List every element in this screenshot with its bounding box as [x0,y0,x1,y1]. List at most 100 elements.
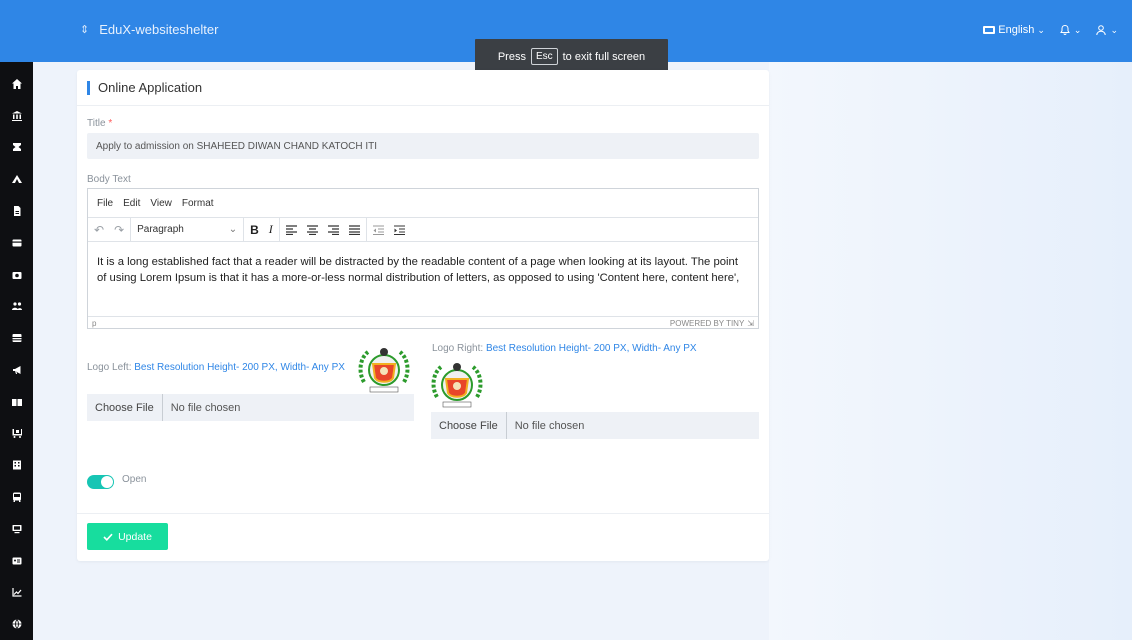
update-button-label: Update [118,530,152,543]
menu-file[interactable]: File [97,198,113,209]
user-dropdown[interactable]: ⌄ [1095,24,1118,36]
card-title: Online Application [98,80,203,95]
logo-right-label: Logo Right: Best Resolution Height- 200 … [432,343,697,354]
editor-content-line: of using Lorem Ipsum is that it has a mo… [97,272,740,284]
cart-icon[interactable] [0,418,33,450]
logo-right-file-status: No file chosen [514,419,585,432]
align-right-icon[interactable] [327,224,339,235]
card-header: Online Application [77,70,769,106]
body-text-label: Body Text [87,174,131,185]
monitor-icon[interactable] [0,513,33,545]
title-input-value: Apply to admission on SHAHEED DIWAN CHAN… [96,140,377,152]
update-button[interactable]: Update [87,523,168,550]
language-label: English [998,24,1035,36]
language-dropdown[interactable]: English ⌄ [983,24,1045,36]
align-center-icon[interactable] [306,224,318,235]
book-icon[interactable] [0,386,33,418]
history-group: ↶ ↷ [88,218,132,241]
chevron-down-icon: ⌄ [1037,24,1045,35]
list-icon[interactable] [0,322,33,354]
header-accent-bar [87,80,90,95]
chevron-down-icon: ⌄ [1110,24,1118,35]
road-icon[interactable] [0,163,33,195]
align-justify-icon[interactable] [348,224,360,235]
editor-content[interactable]: It is a long established fact that a rea… [88,242,758,316]
bell-icon [1060,24,1070,35]
chart-icon[interactable] [0,577,33,609]
notifications-dropdown[interactable]: ⌄ [1059,24,1082,36]
block-format-group: Paragraph ⌄ [131,218,245,241]
bus-icon[interactable] [0,481,33,513]
block-format-value: Paragraph [137,224,184,235]
logo-left-file-input[interactable]: Choose File No file chosen [87,394,414,421]
open-toggle-label: Open [122,474,147,485]
title-label: Title * [87,118,112,129]
users-icon[interactable] [0,290,33,322]
user-icon [1096,25,1107,36]
logo-right-emblem [431,363,483,408]
text-style-group: B I [244,218,280,241]
fullscreen-hint: Press Esc to exit full screen [475,39,668,74]
undo-icon[interactable]: ↶ [94,223,104,237]
editor-toolbar: ↶ ↷ Paragraph ⌄ B I [88,217,758,242]
logo-left-file-status: No file chosen [170,401,241,414]
element-path[interactable]: p [92,319,96,328]
title-input[interactable]: Apply to admission on SHAHEED DIWAN CHAN… [87,133,759,159]
hint-key: Esc [530,48,558,65]
indent-group [367,218,411,241]
logo-left-label-text: Logo Left: [87,362,132,373]
sidebar [0,62,33,640]
footer-divider [77,513,769,514]
hint-suffix: to exit full screen [562,50,646,63]
editor-menubar: File Edit View Format [88,189,758,217]
indent-icon[interactable] [393,225,405,235]
id-card-icon[interactable] [0,545,33,577]
home-icon[interactable] [0,68,33,100]
check-icon [103,533,113,541]
background-panel [769,62,1132,640]
online-application-card: Online Application Title * Apply to admi… [77,70,769,561]
file-icon[interactable] [0,195,33,227]
editor-content-line: It is a long established fact that a rea… [97,256,738,268]
building-icon[interactable] [0,449,33,481]
logo-right-hint: Best Resolution Height- 200 PX, Width- A… [485,343,697,354]
brand-name[interactable]: EduX-websiteshelter [99,22,218,37]
powered-by-tiny[interactable]: POWERED BY TINY [670,319,744,328]
logo-right-label-text: Logo Right: [432,343,484,354]
brand: ⇕ EduX-websiteshelter [80,22,218,37]
menu-format[interactable]: Format [182,198,214,209]
align-left-icon[interactable] [285,224,297,235]
outdent-icon[interactable] [372,225,384,235]
menu-edit[interactable]: Edit [123,198,140,209]
block-format-select[interactable]: Paragraph ⌄ [137,224,237,235]
menu-view[interactable]: View [150,198,172,209]
globe-icon[interactable] [0,608,33,640]
editor-statusbar: p POWERED BY TINY ⇲ [88,316,758,329]
logo-left-choose-file-button[interactable]: Choose File [87,394,163,421]
title-label-text: Title [87,118,106,129]
menu-toggle-icon[interactable]: ⇕ [80,23,89,36]
chevron-down-icon: ⌄ [1073,24,1082,35]
top-actions: English ⌄ ⌄ ⌄ [983,24,1118,36]
credit-card-icon[interactable] [0,227,33,259]
chevron-down-icon: ⌄ [228,224,238,235]
logo-left-label: Logo Left: Best Resolution Height- 200 P… [87,362,345,373]
camera-icon[interactable] [0,259,33,291]
resize-handle-icon[interactable]: ⇲ [747,319,754,328]
required-mark: * [108,118,113,129]
redo-icon[interactable]: ↷ [114,223,124,237]
graduation-cap-icon[interactable] [0,132,33,164]
bold-icon[interactable]: B [250,223,259,237]
rich-text-editor: File Edit View Format ↶ ↷ Paragraph ⌄ B … [87,188,759,329]
logo-left-hint: Best Resolution Height- 200 PX, Width- A… [134,362,345,373]
logo-right-file-input[interactable]: Choose File No file chosen [431,412,759,439]
institution-icon[interactable] [0,100,33,132]
alignment-group [280,218,367,241]
logo-left-emblem [358,348,410,393]
open-toggle[interactable] [87,475,114,489]
toggle-knob [101,476,113,488]
hint-press: Press [497,50,526,63]
italic-icon[interactable]: I [269,222,273,237]
megaphone-icon[interactable] [0,354,33,386]
logo-right-choose-file-button[interactable]: Choose File [431,412,507,439]
